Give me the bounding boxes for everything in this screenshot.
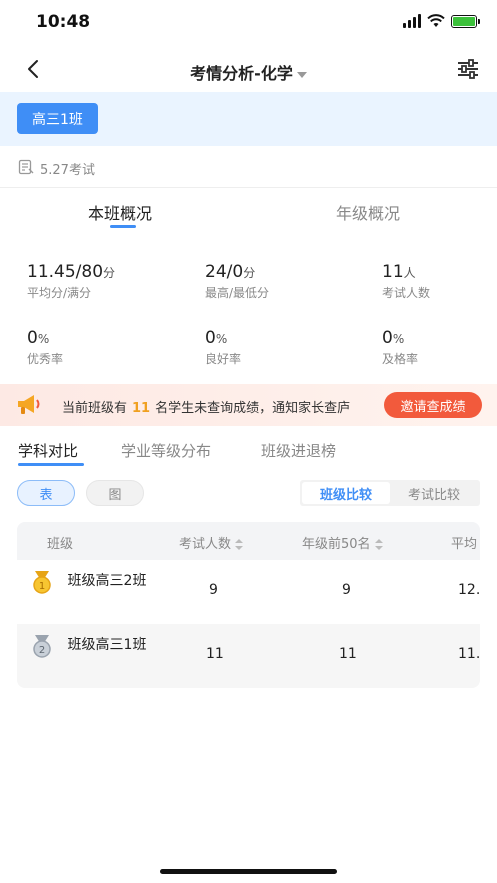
row-exam-count: 11 xyxy=(206,646,224,662)
stat-excellent-value: 0 xyxy=(27,328,38,348)
stat-good: 0% xyxy=(205,328,227,348)
table-row: 2 班级高三1班 11 11 11.4 xyxy=(17,624,480,688)
view-table-toggle[interactable]: 表 xyxy=(17,480,75,506)
stat-high-low-unit: 分 xyxy=(243,266,256,280)
battery-icon xyxy=(451,14,480,28)
row-class-name[interactable]: 班级高三2班 xyxy=(62,570,152,592)
compare-exam-option[interactable]: 考试比较 xyxy=(390,482,478,504)
stat-exam-count-value: 11 xyxy=(382,262,404,282)
subtab-grade-distribution[interactable]: 学业等级分布 xyxy=(121,440,211,461)
stat-pass-unit: % xyxy=(392,332,405,346)
home-indicator xyxy=(160,869,337,874)
stat-average: 11.45/80分 xyxy=(27,262,115,282)
header-exam-count-label: 考试人数 xyxy=(179,537,232,552)
table-header: 班级 考试人数 年级前50名 平均 xyxy=(17,522,480,560)
stat-high-low-value: 24/0 xyxy=(205,262,244,282)
caret-down-icon xyxy=(296,71,307,78)
megaphone-icon xyxy=(18,395,40,414)
page-title: 考情分析-化学 xyxy=(190,64,293,83)
header-average[interactable]: 平均 xyxy=(451,533,477,552)
row-top50: 11 xyxy=(339,646,357,662)
stat-good-label: 良好率 xyxy=(205,352,242,366)
medal-rank: 2 xyxy=(39,645,45,656)
wifi-icon xyxy=(427,14,445,27)
table-row: 1 班级高三2班 9 9 12. xyxy=(17,560,480,624)
status-time: 10:48 xyxy=(36,12,91,32)
sliders-icon xyxy=(458,59,478,79)
subject-selector[interactable]: 考情分析-化学 xyxy=(0,60,497,84)
header-exam-count[interactable]: 考试人数 xyxy=(179,533,244,552)
gold-medal-icon: 1 xyxy=(33,571,51,594)
stat-exam-count-unit: 人 xyxy=(403,266,416,280)
unqueried-banner: 当前班级有 11 名学生未查询成绩，通知家长查庐 邀请查成绩 xyxy=(0,384,497,426)
row-average: 12. xyxy=(458,582,480,598)
comparison-table: 班级 考试人数 年级前50名 平均 1 班级高三2班 9 9 12. 2 班级高… xyxy=(17,522,480,688)
stat-pass: 0% xyxy=(382,328,404,348)
status-bar: 10:48 xyxy=(0,0,497,48)
subtab-active-indicator xyxy=(18,463,84,466)
compare-mode-segment: 班级比较 考试比较 xyxy=(300,480,480,506)
stat-average-value: 11.45/80 xyxy=(27,262,104,282)
medal-rank: 1 xyxy=(39,581,45,592)
row-top50: 9 xyxy=(342,582,351,598)
stat-excellent-label: 优秀率 xyxy=(27,352,64,366)
stat-excellent-unit: % xyxy=(37,332,50,346)
sort-icon xyxy=(235,538,244,551)
exam-label: 5.27考试 xyxy=(40,163,95,178)
stat-pass-label: 及格率 xyxy=(382,352,419,366)
tab-grade-overview[interactable]: 年级概况 xyxy=(336,200,400,224)
stat-average-label: 平均分/满分 xyxy=(27,286,92,300)
row-class-name[interactable]: 班级高三1班 xyxy=(62,634,152,656)
stat-average-unit: 分 xyxy=(103,266,116,280)
filter-button[interactable] xyxy=(455,56,481,82)
subtab-subject-compare[interactable]: 学科对比 xyxy=(18,440,78,461)
row-average: 11.4 xyxy=(458,646,480,662)
banner-text-after: 名学生未查询成绩，通知家长查庐 xyxy=(155,401,351,416)
tab-class-overview[interactable]: 本班概况 xyxy=(88,200,152,224)
stat-exam-count: 11人 xyxy=(382,262,416,282)
header-top50-label: 年级前50名 xyxy=(302,537,371,552)
sort-icon xyxy=(374,538,383,551)
subtab-progress-ranking[interactable]: 班级进退榜 xyxy=(261,440,336,461)
stat-exam-count-label: 考试人数 xyxy=(382,286,431,300)
class-chip[interactable]: 高三1班 xyxy=(17,103,98,134)
banner-count: 11 xyxy=(132,401,151,416)
banner-text-before: 当前班级有 xyxy=(62,401,128,416)
silver-medal-icon: 2 xyxy=(33,635,51,658)
stat-high-low: 24/0分 xyxy=(205,262,255,282)
nav-bar: 考情分析-化学 xyxy=(0,48,497,92)
exam-document-icon xyxy=(18,159,34,175)
tab-active-indicator xyxy=(110,225,136,228)
stat-high-low-label: 最高/最低分 xyxy=(205,286,270,300)
row-exam-count: 9 xyxy=(209,582,218,598)
class-selector-bar: 高三1班 xyxy=(0,92,497,146)
invite-check-scores-button[interactable]: 邀请查成绩 xyxy=(384,392,482,418)
view-chart-toggle[interactable]: 图 xyxy=(86,480,144,506)
stat-excellent: 0% xyxy=(27,328,49,348)
exam-row: 5.27考试 xyxy=(0,146,497,188)
compare-class-option[interactable]: 班级比较 xyxy=(302,482,390,504)
stat-good-unit: % xyxy=(215,332,228,346)
status-icons xyxy=(403,14,480,28)
banner-message: 当前班级有 11 名学生未查询成绩，通知家长查庐 xyxy=(62,397,380,416)
stat-pass-value: 0 xyxy=(382,328,393,348)
header-top50[interactable]: 年级前50名 xyxy=(302,533,383,552)
stat-good-value: 0 xyxy=(205,328,216,348)
header-class: 班级 xyxy=(47,537,74,552)
cellular-signal-icon xyxy=(403,14,421,28)
